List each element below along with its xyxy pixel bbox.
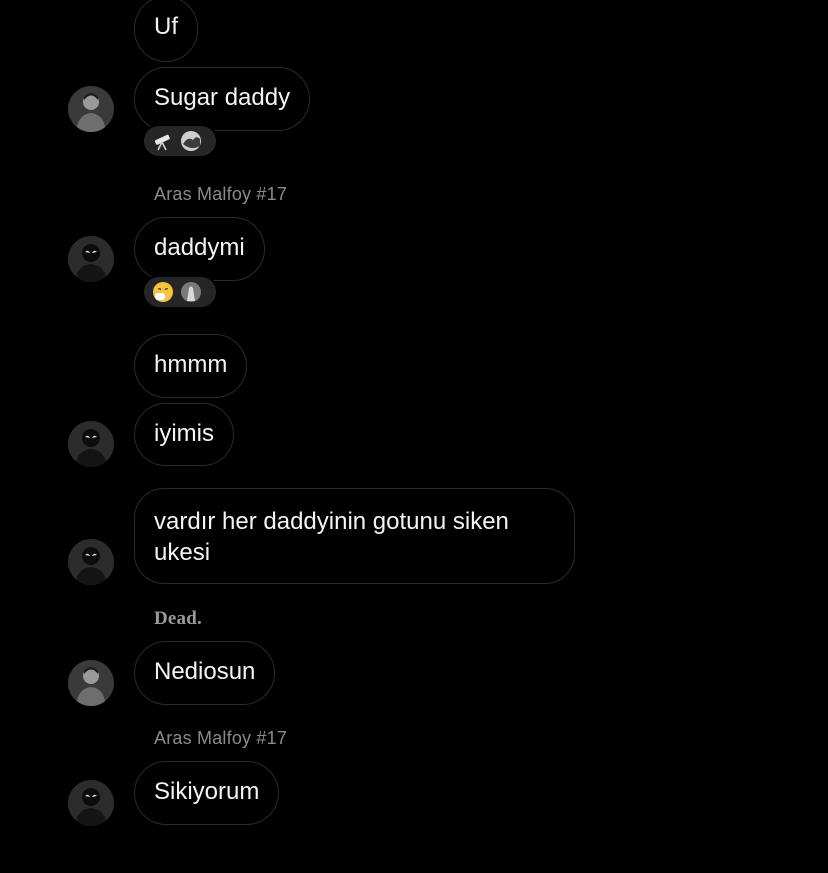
avatar[interactable] [68, 539, 114, 585]
avatar[interactable] [68, 660, 114, 706]
message-bubble[interactable]: daddymi [134, 217, 265, 281]
masked-figure-avatar-icon [68, 236, 114, 282]
sneezing-face-icon [152, 281, 174, 303]
photo-reaction-icon [180, 130, 202, 152]
message-bubble[interactable]: Sikiyorum [134, 761, 280, 825]
avatar[interactable] [68, 780, 114, 826]
avatar[interactable] [68, 236, 114, 282]
photo-reaction-icon [180, 281, 202, 303]
sender-name: Aras Malfoy #17 [154, 728, 288, 748]
chat-thread: Uf Sugar daddy Aras Malfoy #17 daddymi h… [0, 0, 828, 873]
message-bubble[interactable]: Uf [134, 0, 198, 62]
avatar[interactable] [68, 86, 114, 132]
person-avatar-icon [68, 660, 114, 706]
message-bubble[interactable]: Sugar daddy [134, 67, 311, 131]
masked-figure-avatar-icon [68, 421, 114, 467]
message-bubble[interactable]: iyimis [134, 403, 234, 466]
masked-figure-avatar-icon [68, 539, 114, 585]
message-reactions[interactable] [142, 275, 218, 309]
message-bubble[interactable]: hmmm [134, 334, 248, 398]
message-bubble[interactable]: Nediosun [134, 641, 276, 705]
sender-name: Dead. [154, 608, 202, 629]
message-reactions[interactable] [142, 124, 218, 158]
message-bubble[interactable]: vardır her daddyinin gotunu siken ukesi [134, 488, 575, 584]
person-avatar-icon [68, 86, 114, 132]
sender-name: Aras Malfoy #17 [154, 184, 288, 204]
telescope-icon [152, 130, 174, 152]
masked-figure-avatar-icon [68, 780, 114, 826]
avatar[interactable] [68, 421, 114, 467]
